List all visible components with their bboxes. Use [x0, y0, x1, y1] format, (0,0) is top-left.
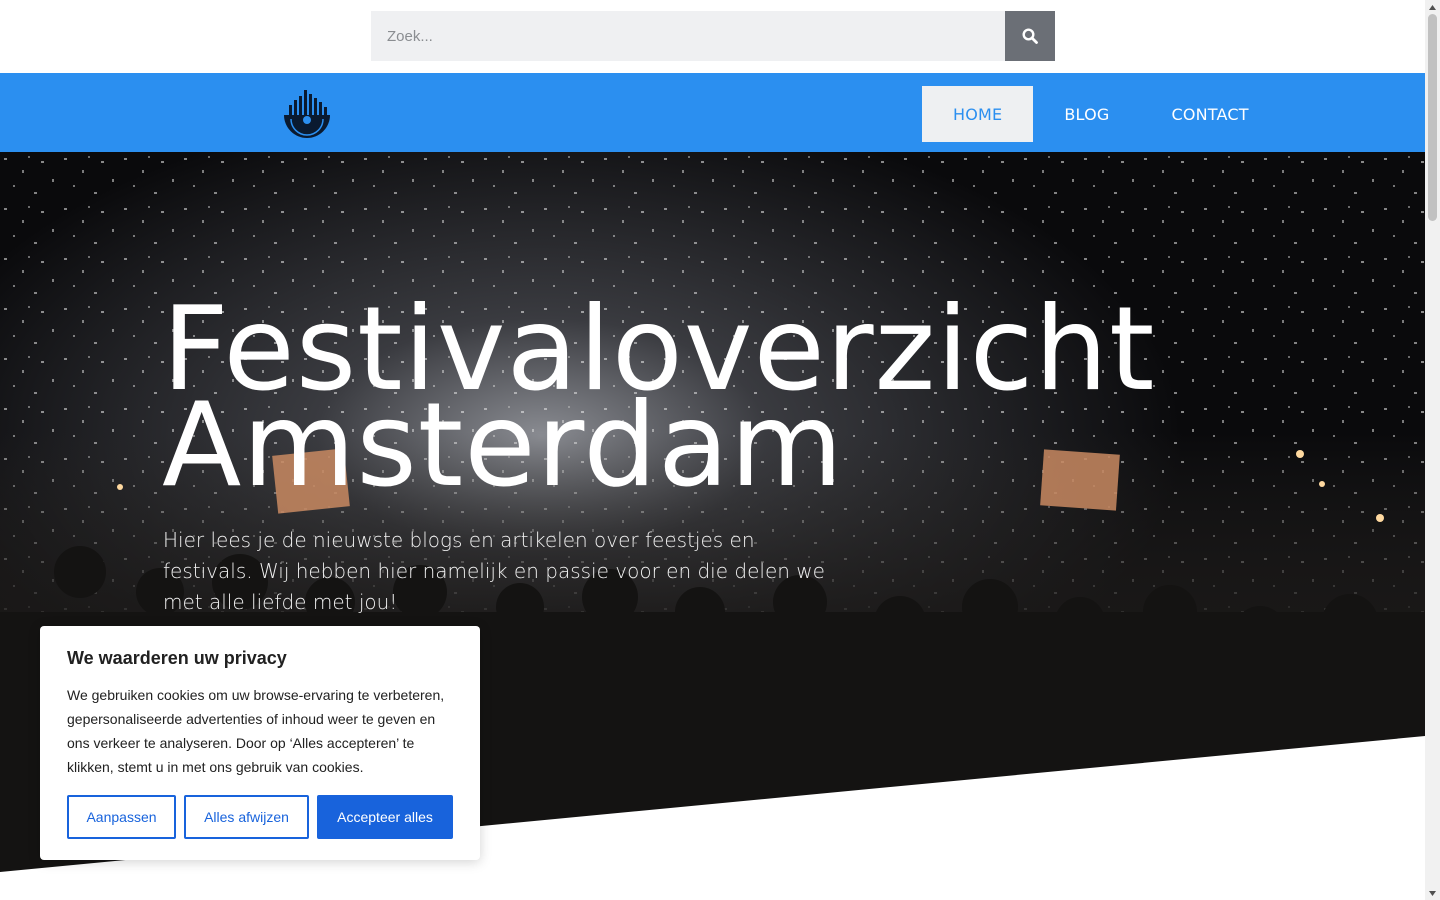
search-icon: [1022, 28, 1038, 44]
hero-subtitle: Hier lees je de nieuwste blogs en artike…: [163, 528, 825, 614]
search-button[interactable]: [1005, 11, 1055, 61]
reject-all-button[interactable]: Alles afwijzen: [184, 795, 309, 839]
cookie-consent-dialog: We waarderen uw privacy We gebruiken coo…: [40, 626, 480, 860]
scroll-down-arrow-icon[interactable]: [1425, 886, 1440, 900]
page-scrollbar[interactable]: [1425, 0, 1440, 900]
accept-all-button[interactable]: Accepteer alles: [317, 795, 453, 839]
top-search-bar: [0, 0, 1425, 73]
main-navigation: HOME BLOG CONTACT: [0, 73, 1425, 152]
cookie-text: We gebruiken cookies om uw browse-ervari…: [67, 687, 445, 775]
nav-menu: HOME BLOG CONTACT: [922, 86, 1280, 142]
search-input[interactable]: [371, 11, 1005, 61]
hero-title: Festivaloverzicht Amsterdam: [162, 292, 1155, 504]
scroll-up-arrow-icon[interactable]: [1425, 0, 1440, 14]
cookie-title: We waarderen uw privacy: [67, 648, 287, 668]
scrollbar-thumb[interactable]: [1428, 14, 1437, 221]
page: HOME BLOG CONTACT: [0, 0, 1440, 900]
nav-item-home[interactable]: HOME: [922, 86, 1034, 142]
nav-item-blog[interactable]: BLOG: [1033, 86, 1140, 142]
search-form: [371, 11, 1055, 61]
nav-item-contact[interactable]: CONTACT: [1140, 86, 1279, 142]
vinyl-equalizer-logo-icon[interactable]: [283, 88, 331, 140]
cookie-buttons: Aanpassen Alles afwijzen Accepteer alles: [67, 795, 453, 839]
customize-button[interactable]: Aanpassen: [67, 795, 176, 839]
